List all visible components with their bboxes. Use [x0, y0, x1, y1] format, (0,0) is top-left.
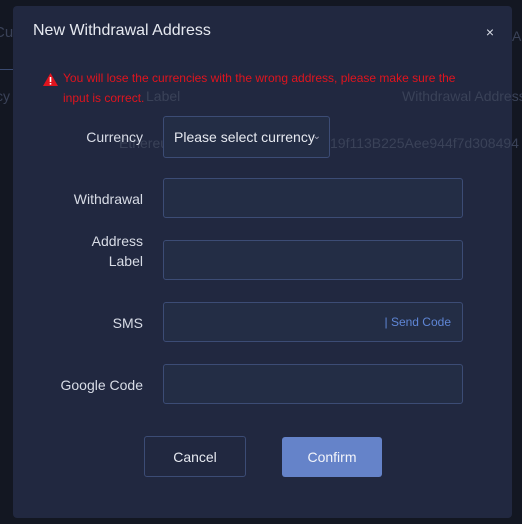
bg-row-address: 19f113B225Aee944f7d308494	[330, 135, 519, 151]
address-label-input[interactable]	[163, 240, 463, 280]
bg-col: cy	[0, 88, 10, 104]
warning-icon	[43, 73, 58, 86]
sms-label: SMS	[112, 315, 143, 331]
google-code-input[interactable]	[163, 364, 463, 404]
warning-message: You will lose the currencies with the wr…	[43, 68, 483, 108]
currency-label: Currency	[86, 129, 143, 145]
currency-select[interactable]: Please select currency ⌄	[163, 116, 330, 158]
send-code-button[interactable]: | Send Code	[385, 315, 452, 329]
address-label-label: Address Label	[91, 233, 143, 269]
confirm-button[interactable]: Confirm	[282, 437, 382, 477]
close-icon[interactable]: ×	[486, 24, 494, 40]
cancel-button[interactable]: Cancel	[144, 436, 246, 477]
sms-input[interactable]: | Send Code	[163, 302, 463, 342]
dialog-title: New Withdrawal Address	[33, 22, 211, 39]
bg-tab-right: Al	[512, 28, 522, 44]
currency-select-value: Please select currency	[174, 129, 315, 145]
google-code-label: Google Code	[60, 377, 143, 393]
new-withdrawal-address-dialog: Label Withdrawal Address Ethereu 19f113B…	[13, 6, 522, 518]
withdrawal-address-input[interactable]	[163, 178, 463, 218]
warning-text: You will lose the currencies with the wr…	[63, 71, 456, 105]
chevron-down-icon: ⌄	[312, 131, 321, 142]
withdrawal-label: Withdrawal	[73, 191, 143, 207]
